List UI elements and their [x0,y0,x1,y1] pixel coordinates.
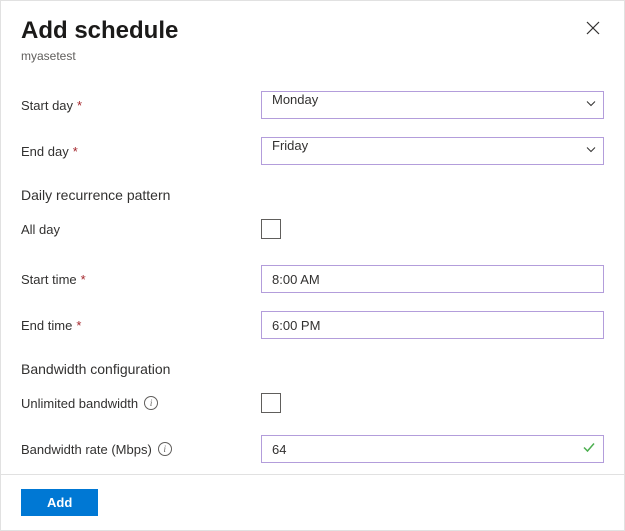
row-start-time: Start time * [21,265,604,293]
panel-title: Add schedule [21,17,178,45]
label-end-day: End day * [21,144,261,159]
row-end-day: End day * Friday [21,137,604,165]
label-unlimited: Unlimited bandwidth i [21,396,261,411]
row-end-time: End time * [21,311,604,339]
control-all-day [261,219,604,239]
label-all-day: All day [21,222,261,237]
end-time-input[interactable] [261,311,604,339]
label-bandwidth-rate: Bandwidth rate (Mbps) i [21,442,261,457]
close-button[interactable] [582,17,604,39]
control-end-time [261,311,604,339]
label-text: Unlimited bandwidth [21,396,138,411]
end-day-select[interactable]: Friday [261,137,604,165]
required-asterisk: * [76,318,81,333]
start-day-select[interactable]: Monday [261,91,604,119]
start-time-input[interactable] [261,265,604,293]
control-start-time [261,265,604,293]
label-text: End day [21,144,69,159]
label-start-day: Start day * [21,98,261,113]
add-button[interactable]: Add [21,489,98,516]
required-asterisk: * [73,144,78,159]
required-asterisk: * [81,272,86,287]
control-unlimited [261,393,604,413]
row-unlimited: Unlimited bandwidth i [21,389,604,417]
info-icon[interactable]: i [144,396,158,410]
label-text: Start time [21,272,77,287]
unlimited-checkbox[interactable] [261,393,281,413]
control-bandwidth-rate [261,435,604,463]
panel-subtitle: myasetest [21,49,604,63]
label-start-time: Start time * [21,272,261,287]
heading-recurrence: Daily recurrence pattern [21,187,604,203]
all-day-checkbox[interactable] [261,219,281,239]
heading-bandwidth: Bandwidth configuration [21,361,604,377]
label-end-time: End time * [21,318,261,333]
control-start-day: Monday [261,91,604,119]
bandwidth-rate-input[interactable] [261,435,604,463]
start-day-value: Monday [272,92,318,107]
label-text: All day [21,222,60,237]
label-text: Start day [21,98,73,113]
end-day-value: Friday [272,138,308,153]
required-asterisk: * [77,98,82,113]
label-text: End time [21,318,72,333]
info-icon[interactable]: i [158,442,172,456]
row-bandwidth-rate: Bandwidth rate (Mbps) i [21,435,604,463]
row-all-day: All day [21,215,604,243]
control-end-day: Friday [261,137,604,165]
label-text: Bandwidth rate (Mbps) [21,442,152,457]
panel-header: Add schedule [21,17,604,45]
row-start-day: Start day * Monday [21,91,604,119]
panel-footer: Add [1,474,624,530]
add-schedule-panel: Add schedule myasetest Start day * Monda… [0,0,625,531]
